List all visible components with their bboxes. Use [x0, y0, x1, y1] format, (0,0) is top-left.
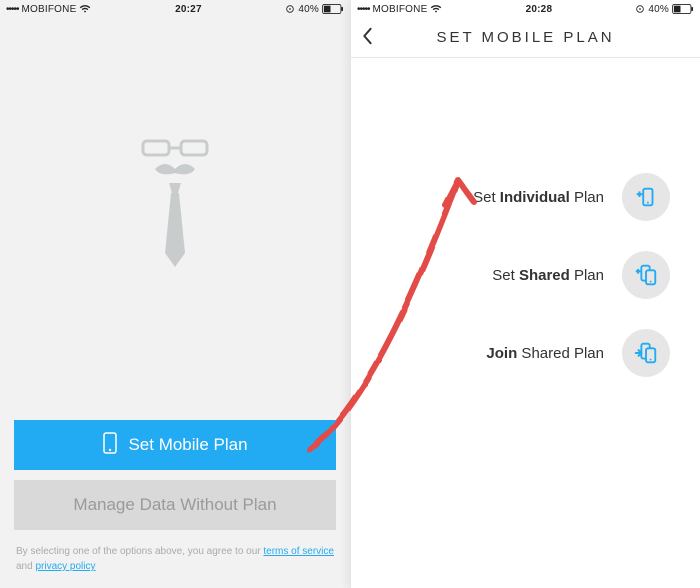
- status-bar: ••••• MOBIFONE 20:27 40%: [0, 0, 350, 18]
- battery-pct-label: 40%: [648, 4, 669, 15]
- plan-individual-icon: [622, 173, 670, 221]
- location-icon: [285, 4, 295, 14]
- screen-set-mobile-plan: ••••• MOBIFONE 20:28 40% SET M: [350, 0, 700, 588]
- page-title: SET MOBILE PLAN: [361, 29, 690, 46]
- privacy-policy-link[interactable]: privacy policy: [35, 561, 95, 572]
- plan-option-join[interactable]: Join Shared Plan: [351, 314, 700, 392]
- plan-option-label: Join Shared Plan: [486, 345, 604, 362]
- signal-dots-icon: •••••: [6, 4, 19, 15]
- manage-without-plan-button[interactable]: Manage Data Without Plan: [14, 480, 336, 530]
- plan-join-icon: [622, 329, 670, 377]
- battery-pct-label: 40%: [298, 4, 319, 15]
- terms-of-service-link[interactable]: terms of service: [263, 546, 334, 557]
- clock-label: 20:27: [91, 4, 285, 15]
- phone-icon: [102, 432, 118, 459]
- persona-illustration: [0, 18, 350, 408]
- set-mobile-plan-label: Set Mobile Plan: [128, 435, 247, 455]
- plan-option-label: Set Shared Plan: [492, 267, 604, 284]
- wifi-icon: [79, 4, 91, 14]
- plan-option-shared[interactable]: Set Shared Plan: [351, 236, 700, 314]
- carrier-label: MOBIFONE: [373, 4, 428, 15]
- clock-label: 20:28: [442, 4, 635, 15]
- plan-option-individual[interactable]: Set Individual Plan: [351, 158, 700, 236]
- carrier-label: MOBIFONE: [22, 4, 77, 15]
- plan-option-label: Set Individual Plan: [473, 189, 604, 206]
- screen-onboarding: ••••• MOBIFONE 20:27 40%: [0, 0, 350, 588]
- nav-header: SET MOBILE PLAN: [351, 18, 700, 58]
- manage-without-plan-label: Manage Data Without Plan: [73, 495, 276, 515]
- legal-text: By selecting one of the options above, y…: [0, 536, 350, 588]
- battery-icon: [672, 4, 694, 14]
- status-bar: ••••• MOBIFONE 20:28 40%: [351, 0, 700, 18]
- battery-icon: [322, 4, 344, 14]
- signal-dots-icon: •••••: [357, 4, 370, 15]
- wifi-icon: [430, 4, 442, 14]
- location-icon: [635, 4, 645, 14]
- plan-options-list: Set Individual Plan Set Shared Plan Join S…: [351, 58, 700, 588]
- set-mobile-plan-button[interactable]: Set Mobile Plan: [14, 420, 336, 470]
- plan-shared-icon: [622, 251, 670, 299]
